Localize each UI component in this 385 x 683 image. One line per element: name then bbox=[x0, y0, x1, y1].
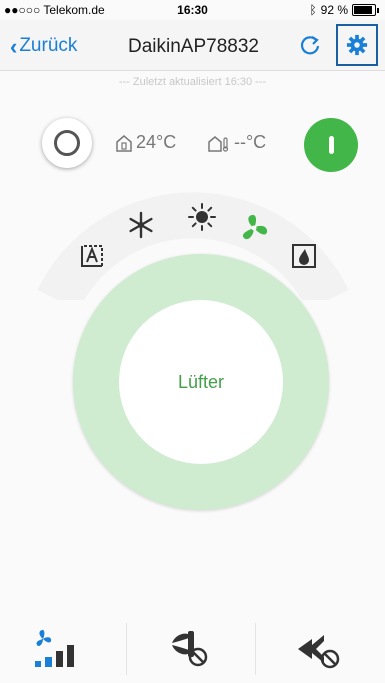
sun-icon bbox=[188, 203, 216, 231]
vertical-swing-off-icon bbox=[172, 631, 208, 667]
swing-button[interactable] bbox=[128, 615, 254, 683]
page-title: DaikinAP78832 bbox=[128, 36, 259, 57]
power-on-icon bbox=[328, 136, 334, 154]
gear-icon bbox=[346, 34, 368, 56]
mode-auto-button[interactable] bbox=[76, 240, 108, 272]
horizontal-swing-off-icon bbox=[298, 635, 340, 669]
refresh-button[interactable] bbox=[297, 32, 323, 58]
battery-percent: 92 % bbox=[320, 3, 348, 17]
refresh-icon bbox=[300, 36, 320, 55]
fan-icon bbox=[242, 214, 268, 240]
battery-tip bbox=[377, 7, 379, 13]
mode-dry-button[interactable] bbox=[288, 240, 320, 272]
current-mode-label: Lüfter bbox=[177, 371, 225, 392]
battery-icon bbox=[352, 4, 376, 16]
circle-icon bbox=[54, 130, 80, 156]
outdoor-temperature-value: --°C bbox=[234, 132, 267, 152]
outdoor-temperature: --°C bbox=[208, 132, 266, 153]
nav-bar: ‹ Zurück DaikinAP78832 bbox=[0, 20, 385, 71]
mode-heat-button[interactable] bbox=[185, 200, 219, 234]
back-label: Zurück bbox=[19, 35, 78, 56]
horizontal-swing-button[interactable] bbox=[257, 615, 385, 683]
auto-mode-icon bbox=[81, 245, 103, 267]
power-on-button[interactable] bbox=[304, 118, 358, 172]
chevron-left-icon: ‹ bbox=[10, 33, 18, 59]
settings-button[interactable] bbox=[336, 24, 378, 66]
dry-mode-icon bbox=[292, 244, 316, 268]
mode-fan-button[interactable] bbox=[236, 210, 272, 246]
status-bar: ●●○○○ Telekom.de 16:30 ᛒ 92 % bbox=[0, 0, 385, 20]
house-icon bbox=[116, 134, 132, 152]
indoor-temperature-value: 24°C bbox=[136, 132, 177, 152]
fan-speed-icon bbox=[34, 629, 74, 667]
status-right: ᛒ 92 % bbox=[309, 3, 379, 17]
bluetooth-icon: ᛒ bbox=[309, 3, 317, 17]
dial-center: Lüfter bbox=[119, 300, 283, 464]
fan-speed-button[interactable] bbox=[0, 615, 125, 683]
indoor-temperature: 24°C bbox=[116, 132, 176, 153]
bottom-controls bbox=[0, 615, 385, 683]
last-updated-text: --- Zuletzt aktualisiert 16:30 --- bbox=[118, 76, 267, 88]
mode-cool-button[interactable] bbox=[124, 208, 158, 242]
snowflake-icon bbox=[129, 211, 153, 239]
back-button[interactable]: ‹ Zurück bbox=[10, 35, 77, 57]
divider bbox=[126, 623, 127, 675]
mode-dial[interactable]: Lüfter bbox=[73, 254, 329, 510]
power-off-button[interactable] bbox=[42, 118, 92, 168]
divider bbox=[255, 623, 256, 675]
outdoor-house-icon bbox=[208, 135, 229, 152]
